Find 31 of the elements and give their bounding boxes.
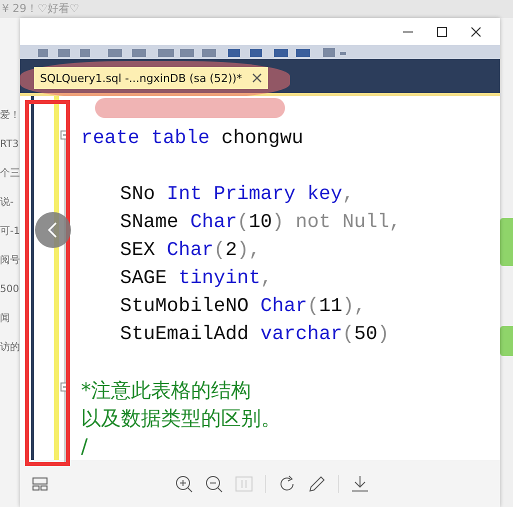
- code-line: SName Char(10) not Null,: [119, 210, 401, 235]
- page-text: 500: [0, 284, 20, 296]
- code-line: SAGE tinyint,: [119, 266, 274, 291]
- page-text: 说-: [0, 197, 15, 209]
- page-text: 闻: [0, 313, 11, 325]
- page-text: 阅号: [0, 255, 20, 267]
- code-line: /: [81, 433, 89, 460]
- layout-icon[interactable]: [32, 476, 48, 490]
- code-line: StuMobileNO Char(11),: [119, 294, 367, 319]
- zoom-in-icon[interactable]: [175, 474, 193, 492]
- page-text: 访的: [0, 342, 20, 354]
- code-line: 以及数据类型的区别。: [81, 405, 282, 432]
- close-icon[interactable]: [470, 26, 482, 38]
- code-line: SNo Int Primary key,: [119, 182, 356, 207]
- document-tab[interactable]: SQLQuery1.sql -...ngxinDB (sa (52))*: [34, 67, 268, 90]
- page-text: 爱！: [0, 110, 20, 122]
- code-line: SEX Char(2),: [119, 238, 262, 263]
- previous-button[interactable]: [35, 212, 71, 248]
- code-line: *注意此表格的结构: [81, 377, 252, 404]
- page-text: RT3: [0, 139, 20, 151]
- zoom-out-icon[interactable]: [205, 474, 223, 492]
- page-text: ¥ 29！♡好看♡: [2, 3, 80, 15]
- download-icon[interactable]: [351, 474, 369, 492]
- code-line: reate table chongwu: [81, 126, 304, 151]
- code-line: StuEmailAdd varchar(50): [119, 322, 390, 347]
- page-text: 个三: [0, 168, 20, 180]
- page-text: 可-1: [0, 226, 20, 238]
- pencil-icon[interactable]: [308, 474, 326, 492]
- maximize-icon[interactable]: [436, 26, 448, 38]
- close-icon[interactable]: [252, 73, 262, 84]
- rotate-icon[interactable]: [278, 474, 296, 492]
